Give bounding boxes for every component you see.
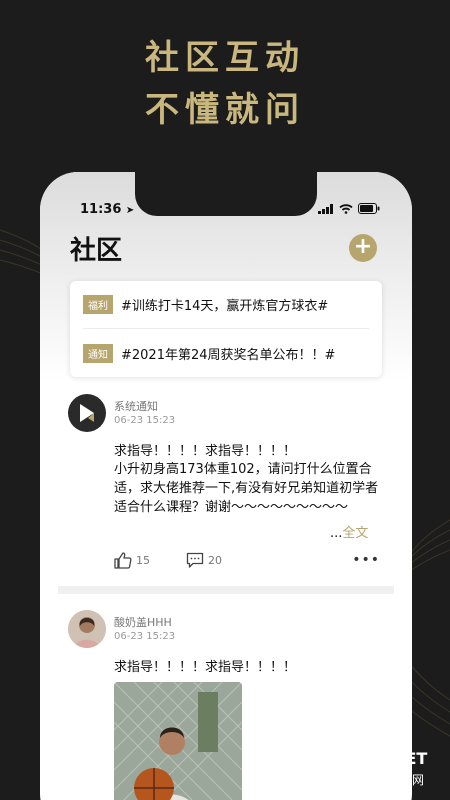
comment-count: 20 <box>208 554 222 567</box>
notice-tag: 福利 <box>83 295 113 314</box>
status-icons <box>318 203 380 214</box>
post-title: 求指导！！！！求指导！！！！ <box>114 444 297 459</box>
read-more-link[interactable]: ...全文 <box>330 522 368 541</box>
avatar[interactable] <box>68 394 106 432</box>
notice-text: #2021年第24周获奖名单公布！！# <box>121 348 336 363</box>
user-photo-icon <box>68 610 106 648</box>
post-username[interactable]: 系统通知 <box>114 398 158 414</box>
plus-icon: + <box>353 234 373 259</box>
watermark-number: 962 <box>312 745 367 775</box>
post-time: 06-23 15:23 <box>114 631 176 642</box>
post-time: 06-23 15:23 <box>114 415 176 426</box>
site-watermark: 962 .NET 乐游网 <box>312 745 444 795</box>
like-count: 15 <box>136 554 150 567</box>
notice-card: 福利 #训练打卡14天，赢开炼官方球衣# 通知 #2021年第24周获奖名单公布… <box>70 281 382 377</box>
notice-item[interactable]: 通知 #2021年第24周获奖名单公布！！# <box>83 344 335 363</box>
phone-frame: 11:36 ➤ 社区 + 福利 #训练打卡14天，赢开炼官方球衣# 通知 #20… <box>40 172 412 800</box>
location-arrow-icon: ➤ <box>125 205 135 216</box>
notice-item[interactable]: 福利 #训练打卡14天，赢开炼官方球衣# <box>83 295 328 314</box>
like-button[interactable]: 15 <box>114 552 150 569</box>
more-options-icon[interactable]: ••• <box>352 552 380 568</box>
page-title: 社区 <box>70 236 123 266</box>
promo-headline-1: 社区互动 <box>145 38 305 78</box>
phone-notch <box>135 172 317 216</box>
play-logo-icon <box>80 404 94 422</box>
post-photo[interactable] <box>114 682 242 800</box>
post-actions: 15 20 ••• <box>114 552 380 572</box>
notice-text: #训练打卡14天，赢开炼官方球衣# <box>121 299 329 314</box>
notice-tag: 通知 <box>83 344 113 363</box>
watermark-text: 乐游网 <box>388 773 425 787</box>
wifi-icon <box>339 203 353 214</box>
post-username[interactable]: 酸奶盖HHH <box>114 614 172 630</box>
post-title: 求指导！！！！求指导！！！！ <box>114 660 297 675</box>
add-post-button[interactable]: + <box>349 234 377 262</box>
comment-button[interactable]: 20 <box>186 552 222 569</box>
signal-icon <box>318 203 333 214</box>
status-time: 11:36 ➤ <box>80 202 135 217</box>
post-separator <box>58 586 394 594</box>
divider <box>83 328 369 329</box>
thumbs-up-icon <box>114 552 132 569</box>
avatar[interactable] <box>68 610 106 648</box>
promo-headline-2: 不懂就问 <box>145 90 305 130</box>
comment-icon <box>186 552 204 568</box>
post-body: 小升初身高173体重102，请问打什么位置合适，求大佬推荐一下,有没有好兄弟知道… <box>114 462 379 515</box>
basketball-photo <box>114 682 242 800</box>
battery-icon <box>358 203 380 214</box>
watermark-suffix: .NET <box>386 749 428 768</box>
